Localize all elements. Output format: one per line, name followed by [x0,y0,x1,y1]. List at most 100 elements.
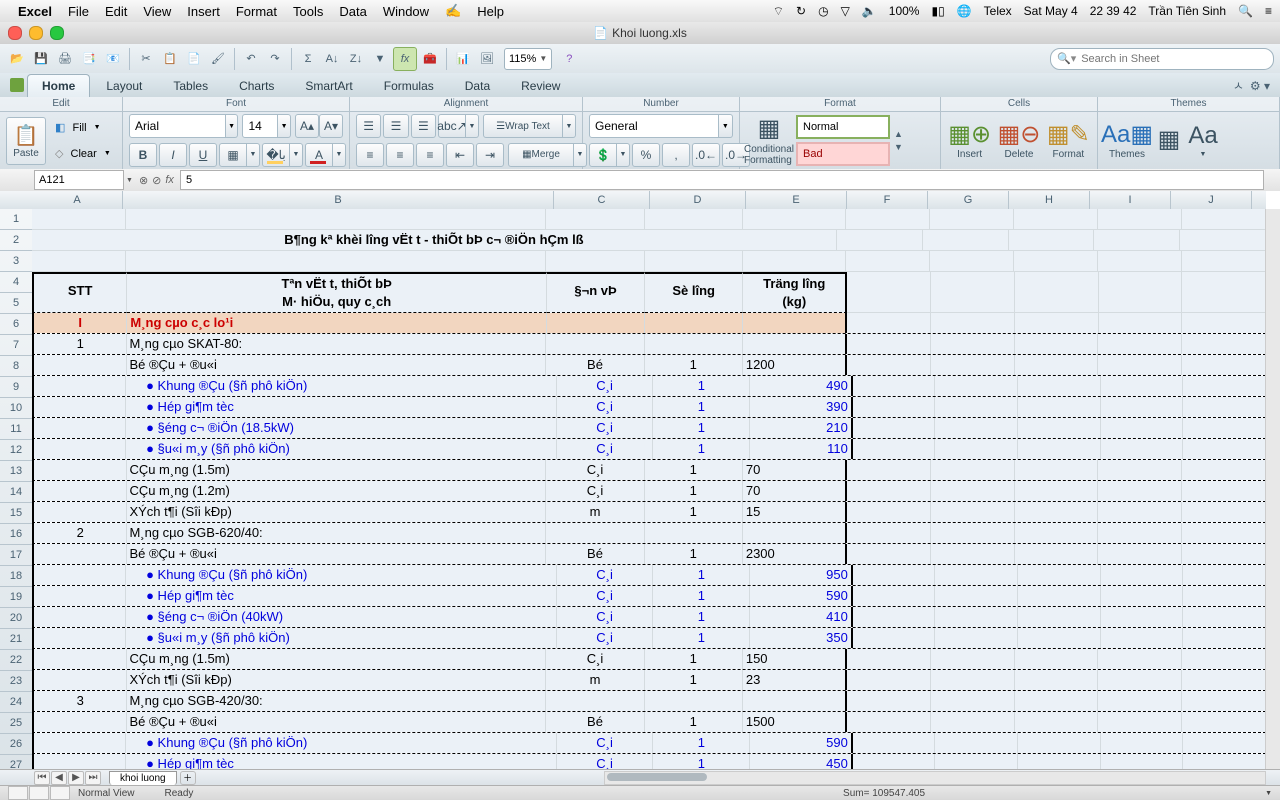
zoom-selector[interactable]: 115%▼ [504,48,552,70]
fill-color-button[interactable]: �با [262,143,290,167]
font-color-button[interactable]: A [305,143,333,167]
align-middle-button[interactable]: ☰ [383,114,408,138]
menu-window[interactable]: Window [383,4,429,19]
select-all-corner[interactable] [0,191,33,210]
menu-data[interactable]: Data [339,4,366,19]
tab-layout[interactable]: Layout [91,74,157,97]
wifi-icon[interactable]: ▽ [841,4,850,18]
ribbon-settings-icon[interactable]: ⚙ ▾ [1250,79,1270,93]
number-format-select[interactable]: General [589,114,719,138]
chart-icon[interactable]: 📊 [452,48,474,70]
increase-decimal-button[interactable]: .0← [692,143,720,167]
minimize-button[interactable] [29,26,43,40]
autosum-icon[interactable]: Σ [297,48,319,70]
menu-insert[interactable]: Insert [187,4,220,19]
bold-button[interactable]: B [129,143,157,167]
grow-font-button[interactable]: A▴ [295,114,319,138]
row-header-14[interactable]: 14 [0,482,32,503]
media-icon[interactable]: 🖼 [476,48,498,70]
view-normal-icon[interactable] [8,786,28,800]
add-sheet-button[interactable]: ＋ [180,771,196,785]
delete-cells-button[interactable]: ▦⊖Delete [996,121,1041,160]
menu-help[interactable]: Help [477,4,504,19]
style-up-icon[interactable]: ▲ [894,129,903,139]
font-name-select[interactable]: Arial [129,114,226,138]
col-header-F[interactable]: F [847,191,928,209]
menu-tools[interactable]: Tools [293,4,323,19]
align-top-button[interactable]: ☰ [356,114,381,138]
close-button[interactable] [8,26,22,40]
tab-review[interactable]: Review [506,74,575,97]
row-header-12[interactable]: 12 [0,440,32,461]
tab-formulas[interactable]: Formulas [369,74,449,97]
home-icon[interactable] [10,78,24,92]
spotlight-icon[interactable]: 🔍 [1238,4,1253,18]
row-headers[interactable]: 1234567891011121314151617181920212223242… [0,209,33,770]
tab-data[interactable]: Data [450,74,505,97]
cancel-formula-icon[interactable]: ⊗ [139,174,148,187]
theme-fonts-button[interactable]: Aa▼ [1188,123,1218,159]
menu-format[interactable]: Format [236,4,277,19]
row-header-13[interactable]: 13 [0,461,32,482]
col-header-I[interactable]: I [1090,191,1171,209]
comma-button[interactable]: , [662,143,690,167]
name-box-drop[interactable]: ▼ [126,177,133,184]
help-icon[interactable]: ? [558,48,580,70]
script-icon[interactable]: ✍ [445,3,461,19]
row-header-6[interactable]: 6 [0,314,32,335]
font-size-drop[interactable]: ▼ [278,114,291,138]
sort-asc-icon[interactable]: A↓ [321,48,343,70]
row-header-11[interactable]: 11 [0,419,32,440]
col-header-G[interactable]: G [928,191,1009,209]
toolbox-icon[interactable]: 🧰 [419,48,441,70]
col-header-C[interactable]: C [554,191,650,209]
filter-icon[interactable]: ▼ [369,48,391,70]
tab-tables[interactable]: Tables [158,74,223,97]
save-as-icon[interactable]: 📑 [78,48,100,70]
row-header-7[interactable]: 7 [0,335,32,356]
col-header-B[interactable]: B [123,191,554,209]
row-header-8[interactable]: 8 [0,356,32,377]
timemachine-icon[interactable]: ◷ [818,4,828,18]
accept-formula-icon[interactable]: ⊘ [152,174,161,187]
orientation-button[interactable]: abc↗ [438,114,466,138]
row-header-3[interactable]: 3 [0,251,32,272]
tab-charts[interactable]: Charts [224,74,289,97]
row-header-16[interactable]: 16 [0,524,32,545]
increase-indent-button[interactable]: ⇥ [476,143,504,167]
clock-time[interactable]: 22 39 42 [1090,4,1137,18]
sheet-tab-active[interactable]: khoi luong [109,771,177,785]
row-header-22[interactable]: 22 [0,650,32,671]
font-color-drop[interactable]: ▼ [333,143,346,167]
style-down-icon[interactable]: ▼ [894,142,903,152]
sync-icon[interactable]: ↻ [796,4,806,18]
row-header-2[interactable]: 2 [0,230,32,251]
fill-color-drop[interactable]: ▼ [290,143,303,167]
percent-button[interactable]: % [632,143,660,167]
copy-icon[interactable]: 📋 [159,48,181,70]
row-header-27[interactable]: 27 [0,755,32,770]
col-header-A[interactable]: A [32,191,123,209]
battery-text[interactable]: 100% [889,4,920,18]
undo-icon[interactable]: ↶ [240,48,262,70]
input-method[interactable]: Telex [984,4,1012,18]
decrease-indent-button[interactable]: ⇤ [446,143,474,167]
paste-icon[interactable]: 📄 [183,48,205,70]
row-header-17[interactable]: 17 [0,545,32,566]
border-button[interactable]: ▦ [219,143,247,167]
merge-button[interactable]: ▦ Merge [508,143,574,167]
style-bad[interactable]: Bad [796,142,890,166]
row-header-4[interactable]: 4 [0,272,32,293]
horizontal-scrollbar[interactable] [604,771,1266,785]
cut-icon[interactable]: ✂ [135,48,157,70]
row-header-18[interactable]: 18 [0,566,32,587]
format-painter-icon[interactable]: 🖌 [207,48,229,70]
cells-area[interactable]: B¶ng kª khèi l­îng vËt t­ - thiÕt bÞ c¬ … [32,209,1266,770]
ribbon-collapse-icon[interactable]: ㅅ [1233,77,1244,94]
row-header-5[interactable]: 5 [0,293,32,314]
row-header-21[interactable]: 21 [0,629,32,650]
fx-icon[interactable]: fx [165,174,174,186]
themes-button[interactable]: Aa▦Themes [1104,121,1150,160]
save-icon[interactable]: 💾 [30,48,52,70]
col-header-D[interactable]: D [650,191,746,209]
